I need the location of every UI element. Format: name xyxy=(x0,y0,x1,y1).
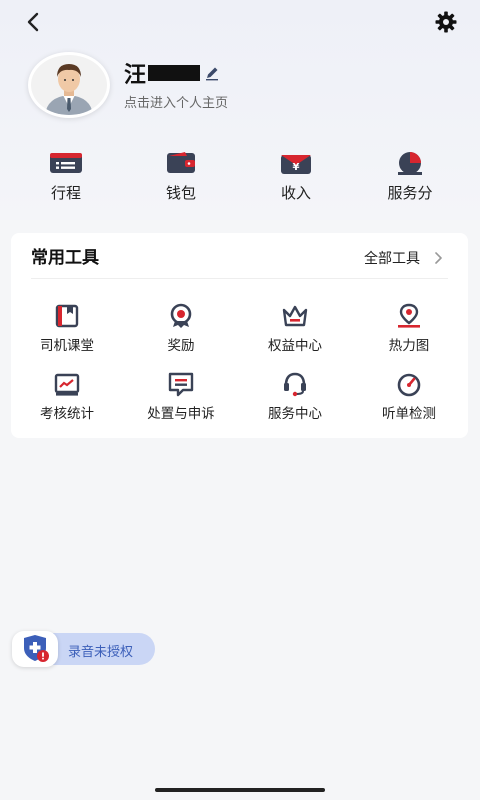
gear-icon xyxy=(435,11,457,33)
profile-subtitle: 点击进入个人主页 xyxy=(124,96,229,111)
tool-assessment-stats[interactable]: 考核统计 xyxy=(17,371,117,422)
crown-icon xyxy=(282,305,308,327)
book-icon xyxy=(55,304,79,328)
message-icon xyxy=(168,372,194,397)
chevron-left-icon xyxy=(27,12,39,32)
svg-text:¥: ¥ xyxy=(293,162,300,173)
nav-bar xyxy=(0,8,480,36)
tool-service-center[interactable]: 服务中心 xyxy=(245,371,345,422)
tool-label: 服务中心 xyxy=(268,406,322,422)
tools-divider xyxy=(31,278,448,279)
quick-item-label: 服务分 xyxy=(387,184,433,202)
tools-header: 常用工具 全部工具 xyxy=(31,245,448,275)
tool-order-listening-check[interactable]: 听单检测 xyxy=(359,371,459,422)
recording-permission-badge[interactable]: 录音未授权 xyxy=(12,631,155,667)
map-pin-icon xyxy=(398,303,420,328)
driver-avatar-illustration xyxy=(31,55,107,115)
gauge-icon xyxy=(397,373,421,397)
tool-label: 奖励 xyxy=(167,338,195,354)
back-button[interactable] xyxy=(22,10,46,34)
tools-title: 常用工具 xyxy=(31,248,99,268)
tool-label: 司机课堂 xyxy=(40,338,94,354)
chart-icon xyxy=(54,373,80,396)
tool-label: 考核统计 xyxy=(40,406,94,422)
name-row: 汪 xyxy=(124,58,220,88)
quick-item-itinerary[interactable]: 行程 xyxy=(26,150,106,203)
quick-item-label: 收入 xyxy=(280,184,311,202)
headset-icon xyxy=(284,372,306,397)
chevron-right-icon xyxy=(435,252,442,264)
quick-item-income[interactable]: ¥ 收入 xyxy=(256,150,336,203)
profile-header[interactable]: 汪 点击进入个人主页 xyxy=(28,52,448,122)
income-icon: ¥ xyxy=(281,155,311,174)
name-redaction xyxy=(148,65,201,81)
home-indicator[interactable] xyxy=(155,788,325,792)
tool-disposal-appeal[interactable]: 处置与申诉 xyxy=(131,371,231,422)
quick-item-wallet[interactable]: 钱包 xyxy=(141,150,221,203)
itinerary-icon xyxy=(50,153,82,173)
tool-label: 处置与申诉 xyxy=(147,406,215,422)
wallet-icon xyxy=(167,152,195,173)
avatar[interactable] xyxy=(28,52,110,118)
shield-alert-icon xyxy=(24,635,49,662)
quick-item-service-score[interactable]: 服务分 xyxy=(370,150,450,203)
all-tools-label: 全部工具 xyxy=(364,251,420,267)
tool-label: 热力图 xyxy=(388,338,430,354)
settings-button[interactable] xyxy=(434,10,458,34)
tool-label: 听单检测 xyxy=(382,406,436,422)
pencil-icon[interactable] xyxy=(204,65,220,81)
tool-driver-class[interactable]: 司机课堂 xyxy=(17,303,117,354)
tool-heatmap[interactable]: 热力图 xyxy=(359,303,459,354)
quick-item-label: 钱包 xyxy=(165,184,196,202)
recording-badge-label: 录音未授权 xyxy=(68,645,134,660)
service-score-icon xyxy=(398,152,422,175)
tool-rewards[interactable]: 奖励 xyxy=(131,303,231,354)
common-tools-card: 常用工具 全部工具 司机课堂 奖励 权益中心 热力图 考核统计 处置与申诉 服务… xyxy=(11,233,468,438)
medal-icon xyxy=(170,303,192,328)
badge-icon-container xyxy=(12,631,58,667)
quick-item-label: 行程 xyxy=(50,184,81,202)
tool-benefits-center[interactable]: 权益中心 xyxy=(245,303,345,354)
driver-name: 汪 xyxy=(124,63,147,88)
all-tools-link[interactable]: 全部工具 xyxy=(364,245,448,271)
quick-actions: 行程 钱包 ¥ 收入 服务分 xyxy=(0,150,480,210)
tool-label: 权益中心 xyxy=(268,338,322,354)
